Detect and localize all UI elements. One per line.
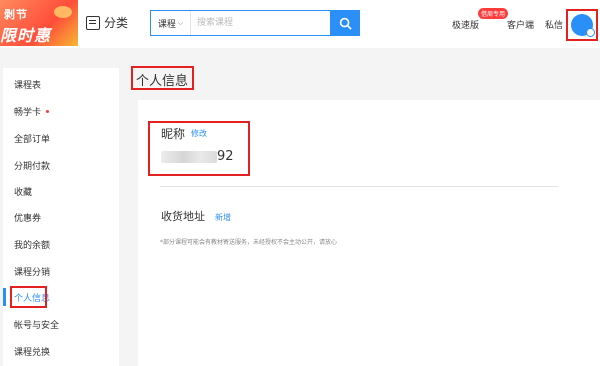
search-button[interactable] bbox=[330, 10, 360, 36]
sidebar-item-balance[interactable]: 我的余额 bbox=[3, 232, 119, 256]
nickname-value: 92 bbox=[217, 149, 234, 164]
sidebar-item-favorites[interactable]: 收藏 bbox=[3, 179, 119, 203]
address-label: 收货地址 bbox=[161, 210, 205, 223]
new-dot-icon bbox=[46, 109, 50, 113]
sidebar-item-label: 畅学卡 bbox=[14, 107, 42, 118]
sidebar-item-label: 帐号与安全 bbox=[14, 320, 60, 331]
promo-decoration bbox=[54, 6, 72, 18]
promo-banner[interactable]: 剥节 限时惠 bbox=[0, 0, 78, 46]
nickname-redacted bbox=[161, 151, 217, 163]
sidebar-item-study-card[interactable]: 畅学卡 bbox=[3, 99, 119, 123]
chevron-down-icon: ⌵ bbox=[177, 18, 184, 27]
nickname-label: 昵称 bbox=[161, 127, 186, 141]
search-type-label: 课程 bbox=[157, 19, 176, 30]
sidebar-item-redeem[interactable]: 课程兑换 bbox=[3, 339, 119, 363]
sidebar-nav: 课程表 畅学卡 全部订单 分期付款 收藏 优惠券 我的余额 课程分销 个人信息 … bbox=[3, 68, 119, 366]
sidebar-item-label: 我的余额 bbox=[14, 240, 51, 251]
private-message-link[interactable]: 私信 bbox=[545, 18, 563, 31]
fast-version-link[interactable]: 极速版 bbox=[452, 18, 479, 31]
sidebar-item-account-security[interactable]: 帐号与安全 bbox=[3, 312, 119, 336]
sidebar-item-installments[interactable]: 分期付款 bbox=[3, 153, 119, 177]
sidebar-item-coupons[interactable]: 优惠券 bbox=[3, 205, 119, 229]
sidebar-item-orders[interactable]: 全部订单 bbox=[3, 126, 119, 150]
sidebar-item-label: 收藏 bbox=[14, 187, 33, 198]
sidebar-item-label: 分期付款 bbox=[14, 161, 51, 172]
search-type-select[interactable]: 课程 ⌵ bbox=[151, 11, 191, 35]
sidebar-item-label: 全部订单 bbox=[14, 134, 51, 145]
top-header: 剥节 限时惠 分类 课程 ⌵ 极速版 借周专用 客户端 私信 bbox=[0, 0, 600, 48]
page-title: 个人信息 bbox=[136, 74, 189, 89]
sidebar-item-label: 课程表 bbox=[14, 80, 42, 91]
promo-line1: 剥节 bbox=[4, 8, 28, 21]
sidebar-item-label: 优惠券 bbox=[14, 213, 42, 224]
sidebar-item-distribution[interactable]: 课程分销 bbox=[3, 259, 119, 283]
active-highlight bbox=[10, 286, 47, 308]
search-icon bbox=[339, 17, 351, 29]
sidebar-item-label: 课程兑换 bbox=[14, 347, 51, 358]
search-input[interactable] bbox=[191, 11, 330, 35]
category-label: 分类 bbox=[104, 16, 129, 30]
fast-version-badge: 借周专用 bbox=[478, 8, 509, 19]
category-menu[interactable]: 分类 bbox=[86, 14, 128, 31]
section-divider bbox=[160, 186, 558, 187]
edit-nickname-link[interactable]: 修改 bbox=[191, 128, 207, 139]
address-note: *部分课程可能会有教材寄送服务，未经授权不会主动公开，请放心 bbox=[160, 239, 338, 246]
avatar[interactable] bbox=[571, 14, 595, 37]
add-address-link[interactable]: 新增 bbox=[215, 212, 231, 223]
sidebar-item-label: 课程分销 bbox=[14, 267, 51, 278]
sidebar-item-schedule[interactable]: 课程表 bbox=[3, 72, 119, 96]
promo-line2: 限时惠 bbox=[0, 26, 52, 45]
search-bar: 课程 ⌵ bbox=[150, 10, 360, 36]
list-icon bbox=[86, 15, 100, 30]
client-download-link[interactable]: 客户端 bbox=[507, 18, 534, 31]
sidebar-item-personal-info[interactable]: 个人信息 bbox=[3, 285, 119, 309]
avatar-highlight[interactable] bbox=[566, 9, 598, 41]
